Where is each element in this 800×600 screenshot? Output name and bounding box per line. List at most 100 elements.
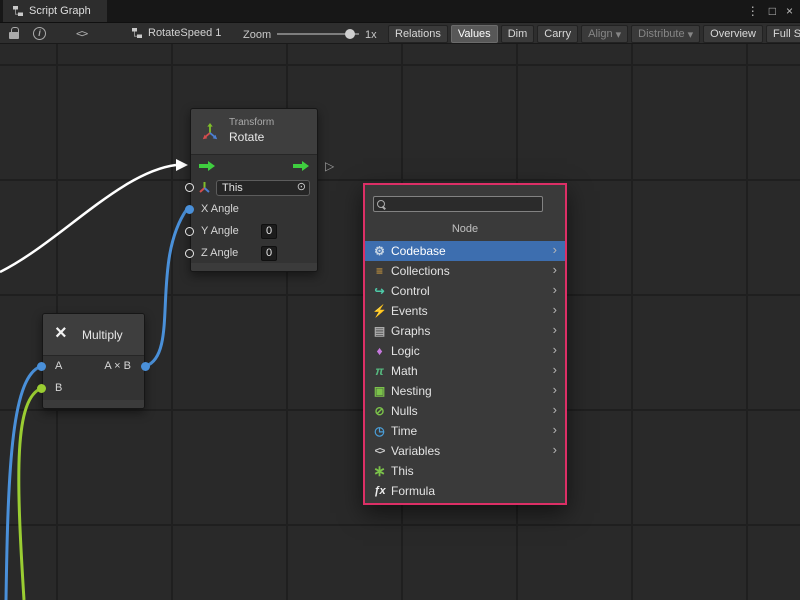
finder-item-nesting[interactable]: ▣ Nesting › [365,381,565,401]
chevron-right-icon: › [553,302,557,317]
wire-flow-input[interactable] [0,165,176,272]
graph-canvas[interactable]: Transform Rotate ▷ This ⊙ [0,44,800,600]
script-graph-icon [12,5,24,17]
info-icon[interactable]: i [33,27,46,40]
z-angle-value-field[interactable]: 0 [261,246,277,261]
unity-editor-window: Script Graph ⋮ □ × i <> RotateSpeed 1 Zo… [0,0,800,600]
y-angle-label: Y Angle [201,225,239,237]
multiply-node-header[interactable]: × Multiply [43,314,144,356]
this-field-label: This [222,182,243,194]
rotate-node-header[interactable]: Transform Rotate [191,109,317,155]
breadcrumb[interactable]: RotateSpeed 1 [131,27,221,39]
chevron-right-icon: › [553,282,557,297]
tab-title: Script Graph [29,5,91,17]
chevron-right-icon: › [553,322,557,337]
graph-breadcrumb-icon [131,27,143,39]
node-search-input[interactable] [388,197,540,211]
finder-item-label: Codebase [391,244,446,258]
finder-item-nulls[interactable]: ⊘ Nulls › [365,401,565,421]
y-angle-value-field[interactable]: 0 [261,224,277,239]
y-angle-row: Y Angle 0 [191,221,317,243]
finder-item-label: This [391,464,414,478]
maximize-icon[interactable]: □ [769,4,776,18]
node-finder-menu: Node ⚙ Codebase › ≡ Collections › ↪ Cont… [363,183,567,505]
finder-item-label: Control [391,284,430,298]
finder-item-control[interactable]: ↪ Control › [365,281,565,301]
node-multiply[interactable]: × Multiply A A × B B [42,313,145,409]
nesting-icon: ▣ [371,384,388,398]
product-output-port[interactable] [141,362,150,371]
chevron-right-icon: › [553,422,557,437]
finder-list: ⚙ Codebase › ≡ Collections › ↪ Control ›… [365,241,565,501]
distribute-button[interactable]: Distribute ▾ [631,25,700,43]
this-icon: ∗ [371,462,388,480]
finder-item-label: Nesting [391,384,432,398]
transform-icon [201,123,219,141]
a-input-port[interactable] [37,362,46,371]
relations-button[interactable]: Relations [388,25,448,43]
node-title: Multiply [82,328,123,342]
this-object-field[interactable]: This ⊙ [216,180,310,196]
object-picker-icon[interactable]: ⊙ [297,181,306,194]
graph-toolbar: i <> RotateSpeed 1 Zoom 1x Relations Val… [0,22,800,44]
values-button[interactable]: Values [451,25,498,43]
wire-into-b[interactable] [19,388,42,600]
finder-item-codebase[interactable]: ⚙ Codebase › [365,241,565,261]
flow-row: ▷ [191,155,317,177]
z-angle-port[interactable] [185,249,194,258]
formula-icon: ƒx [371,485,388,497]
chevron-right-icon: › [553,442,557,457]
align-button[interactable]: Align ▾ [581,25,628,43]
finder-item-collections[interactable]: ≡ Collections › [365,261,565,281]
this-port[interactable] [185,183,194,192]
zoom-slider-handle[interactable] [345,29,355,39]
chevron-right-icon: › [553,242,557,257]
chevron-down-icon: ▾ [688,28,694,41]
chevron-right-icon: › [553,262,557,277]
finder-item-logic[interactable]: ♦ Logic › [365,341,565,361]
flow-output-arrow-icon[interactable] [293,161,309,171]
finder-item-events[interactable]: ⚡ Events › [365,301,565,321]
wire-multiply-to-xangle[interactable] [146,209,187,366]
finder-item-time[interactable]: ◷ Time › [365,421,565,441]
close-icon[interactable]: × [786,4,793,18]
logic-icon: ♦ [371,344,388,358]
node-footer [191,263,317,271]
a-row: A A × B [43,356,144,378]
code-view-icon[interactable]: <> [76,27,87,40]
finder-item-variables[interactable]: <> Variables › [365,441,565,461]
finder-item-graphs[interactable]: ▤ Graphs › [365,321,565,341]
this-row: This ⊙ [191,177,317,199]
output-label: A × B [104,360,131,372]
kebab-menu-icon[interactable]: ⋮ [747,4,759,18]
node-footer [43,400,144,408]
tab-script-graph[interactable]: Script Graph [3,0,107,22]
carry-button[interactable]: Carry [537,25,578,43]
finder-item-this[interactable]: ∗ This [365,461,565,481]
finder-item-math[interactable]: π Math › [365,361,565,381]
search-field[interactable] [373,196,543,212]
dim-button[interactable]: Dim [501,25,535,43]
graphs-icon: ▤ [371,324,388,338]
finder-item-formula[interactable]: ƒx Formula [365,481,565,501]
lock-icon[interactable] [9,32,19,39]
window-controls: ⋮ □ × [747,0,793,22]
wire-into-a[interactable] [6,366,42,600]
x-angle-port[interactable] [185,205,194,214]
toolbar-buttons: Relations Values Dim Carry Align ▾ Distr… [388,25,800,43]
finder-item-label: Collections [391,264,450,278]
b-input-port[interactable] [37,384,46,393]
finder-item-label: Events [391,304,428,318]
finder-item-label: Graphs [391,324,430,338]
flow-output-port-icon[interactable]: ▷ [325,159,334,173]
flow-input-arrow-icon[interactable] [199,161,215,171]
overview-button[interactable]: Overview [703,25,763,43]
y-angle-port[interactable] [185,227,194,236]
node-transform-rotate[interactable]: Transform Rotate ▷ This ⊙ [190,108,318,272]
finder-item-label: Logic [391,344,420,358]
node-subtitle: Transform [229,117,274,128]
control-icon: ↪ [371,284,388,298]
fullscreen-button[interactable]: Full Screen [766,25,800,43]
finder-item-label: Variables [391,444,440,458]
events-icon: ⚡ [371,304,388,318]
